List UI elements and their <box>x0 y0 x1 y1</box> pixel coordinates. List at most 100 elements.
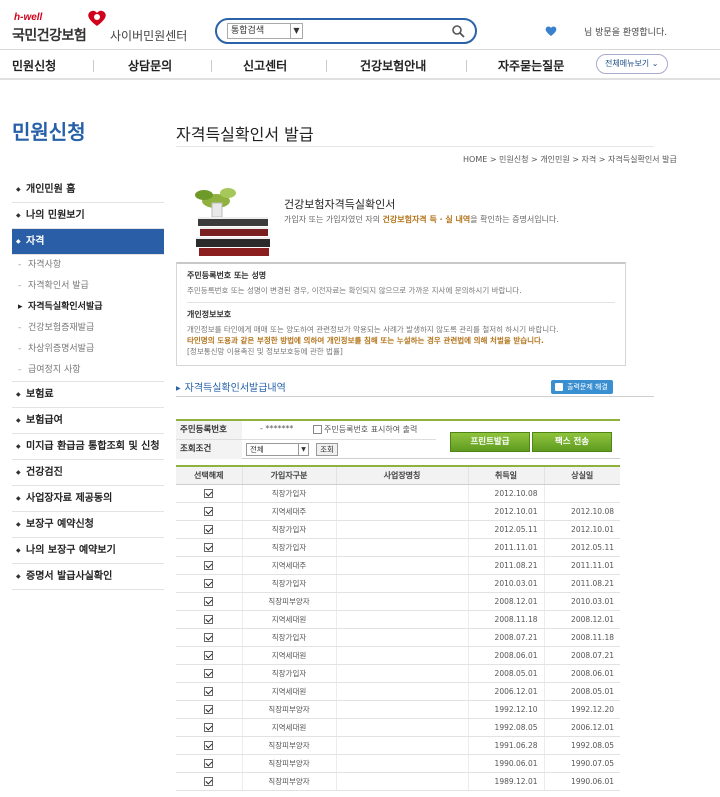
gnb-divider <box>93 60 94 72</box>
row-subscriber-type: 지역세대원 <box>242 682 337 701</box>
row-checkbox <box>176 520 243 539</box>
search-scope-select[interactable]: 통합검색 ▼ <box>227 23 303 39</box>
col-subscriber-type: 가입자구분 <box>242 466 337 485</box>
checkbox-checked[interactable] <box>204 776 214 786</box>
sidebar-item-personal-home[interactable]: 개인민원 홈 <box>12 177 164 203</box>
intro-desc-prefix: 가입자 또는 가입자였던 자의 <box>284 215 383 224</box>
row-lost-date: 2011.11.01 <box>544 556 620 575</box>
logo-text[interactable]: 국민건강보험 <box>12 25 87 45</box>
checkbox-checked[interactable] <box>204 740 214 750</box>
table-row: 직장피부양자 1992.12.10 1992.12.20 <box>176 700 620 719</box>
all-menu-label: 전체메뉴보기 <box>605 59 650 68</box>
sidebar-sub-eligibility-history-cert[interactable]: 자격득실확인서발급 <box>12 297 164 318</box>
row-checkbox <box>176 646 243 665</box>
search-icon[interactable] <box>451 24 465 38</box>
row-checkbox <box>176 664 243 683</box>
row-workplace-name <box>336 736 469 755</box>
row-acquired-date: 1990.06.01 <box>468 754 545 773</box>
row-subscriber-type: 직장가입자 <box>242 574 337 593</box>
sidebar-sub-eligibility-cert[interactable]: 자격확인서 발급 <box>12 276 164 297</box>
sidebar-item-premium[interactable]: 보험료 <box>12 382 164 408</box>
sidebar-item-my-requests[interactable]: 나의 민원보기 <box>12 203 164 229</box>
checkbox-checked[interactable] <box>204 560 214 570</box>
gnb-item-faq[interactable]: 자주묻는질문 <box>498 57 564 74</box>
sidebar-item-health-checkup[interactable]: 건강검진 <box>12 460 164 486</box>
search-form: 주민등록번호 - ******* 주민등록번호 표시하여 출력 조회조건 전체 … <box>176 419 620 459</box>
checkbox-checked[interactable] <box>204 488 214 498</box>
checkbox-checked[interactable] <box>204 596 214 606</box>
row-workplace-name <box>336 772 469 791</box>
notice-heading-privacy: 개인정보보호 <box>187 310 232 319</box>
show-ssn-checkbox[interactable] <box>313 425 322 434</box>
row-checkbox <box>176 610 243 629</box>
table-row: 직장피부양자 1990.06.01 1990.07.05 <box>176 754 620 773</box>
fax-send-button[interactable]: 팩스 전송 <box>532 432 612 452</box>
intro-title: 건강보험자격득실확인서 <box>284 198 396 211</box>
checkbox-checked[interactable] <box>204 578 214 588</box>
site-header: h-well 국민건강보험 사이버민원센터 통합검색 ▼ 님 방문을 환영합니다… <box>0 0 720 50</box>
search-button[interactable]: 조회 <box>316 443 338 456</box>
col-deselect[interactable]: 선택해제 <box>176 466 243 485</box>
row-workplace-name <box>336 700 469 719</box>
checkbox-checked[interactable] <box>204 668 214 678</box>
row-acquired-date: 2012.10.01 <box>468 502 545 521</box>
checkbox-checked[interactable] <box>204 758 214 768</box>
row-checkbox <box>176 538 243 557</box>
row-acquired-date: 2008.05.01 <box>468 664 545 683</box>
checkbox-checked[interactable] <box>204 704 214 714</box>
checkbox-checked[interactable] <box>204 524 214 534</box>
row-acquired-date: 2008.06.01 <box>468 646 545 665</box>
checkbox-checked[interactable] <box>204 632 214 642</box>
sidebar-item-benefits[interactable]: 보험급여 <box>12 408 164 434</box>
row-lost-date: 2012.10.08 <box>544 502 620 521</box>
sidebar-item-eligibility[interactable]: 자격 <box>12 229 164 255</box>
show-ssn-label: 주민등록번호 표시하여 출력 <box>324 425 418 434</box>
checkbox-checked[interactable] <box>204 542 214 552</box>
row-checkbox <box>176 484 243 503</box>
table-header-row: 선택해제 가입자구분 사업장명칭 취득일 상실일 <box>176 466 620 485</box>
sidebar-item-my-device-reservations[interactable]: 나의 보장구 예약보기 <box>12 538 164 564</box>
sidebar-item-device-reservation[interactable]: 보장구 예약신청 <box>12 512 164 538</box>
row-acquired-date: 1989.12.01 <box>468 772 545 791</box>
row-checkbox <box>176 754 243 773</box>
table-row: 지역세대원 1992.08.05 2006.12.01 <box>176 718 620 737</box>
row-lost-date: 2010.03.01 <box>544 592 620 611</box>
row-workplace-name <box>336 502 469 521</box>
checkbox-checked[interactable] <box>204 506 214 516</box>
sidebar-title: 민원신청 <box>12 120 86 144</box>
sidebar-sub-card-reissue[interactable]: 건강보험증재발급 <box>12 318 164 339</box>
row-workplace-name <box>336 556 469 575</box>
sidebar-sub-near-poverty-cert[interactable]: 차상위증명서발급 <box>12 339 164 360</box>
sidebar-sub-benefit-suspension[interactable]: 급여정지 사항 <box>12 360 164 382</box>
print-troubleshoot-button[interactable]: 출력문제 해결 <box>551 380 613 394</box>
row-workplace-name <box>336 574 469 593</box>
welcome-message: 님 방문을 환영합니다. <box>584 28 668 38</box>
checkbox-checked[interactable] <box>204 686 214 696</box>
table-row: 지역세대주 2011.08.21 2011.11.01 <box>176 556 620 575</box>
condition-select[interactable]: 전체 ▼ <box>246 443 309 456</box>
gnb-item-insurance-guide[interactable]: 건강보험안내 <box>360 57 426 74</box>
checkbox-checked[interactable] <box>204 650 214 660</box>
row-subscriber-type: 직장피부양자 <box>242 592 337 611</box>
intro-desc-highlight: 건강보험자격 득 · 실 내역 <box>382 215 471 224</box>
gnb-item-report[interactable]: 신고센터 <box>243 57 287 74</box>
all-menu-button[interactable]: 전체메뉴보기 ⌄ <box>596 54 668 74</box>
table-row: 직장가입자 2012.10.08 <box>176 484 620 503</box>
gnb-item-consult[interactable]: 상담문의 <box>128 57 172 74</box>
row-workplace-name <box>336 682 469 701</box>
sidebar-item-workplace-consent[interactable]: 사업장자료 제공동의 <box>12 486 164 512</box>
row-lost-date: 2008.11.18 <box>544 628 620 647</box>
table-row: 직장가입자 2008.07.21 2008.11.18 <box>176 628 620 647</box>
row-lost-date: 2012.05.11 <box>544 538 620 557</box>
checkbox-checked[interactable] <box>204 614 214 624</box>
checkbox-checked[interactable] <box>204 722 214 732</box>
sidebar-item-cert-verification[interactable]: 증명서 발급사실확인 <box>12 564 164 590</box>
table-row: 직장피부양자 2008.12.01 2010.03.01 <box>176 592 620 611</box>
row-workplace-name <box>336 610 469 629</box>
sidebar-sub-eligibility-info[interactable]: 자격사항 <box>12 255 164 276</box>
section-divider <box>176 396 654 397</box>
sidebar-item-unpaid-refund[interactable]: 미지급 환급금 통합조회 및 신청 <box>12 434 164 460</box>
print-issue-button[interactable]: 프린트발급 <box>450 432 530 452</box>
col-workplace-name: 사업장명칭 <box>336 466 469 485</box>
gnb-item-apply[interactable]: 민원신청 <box>12 57 56 74</box>
